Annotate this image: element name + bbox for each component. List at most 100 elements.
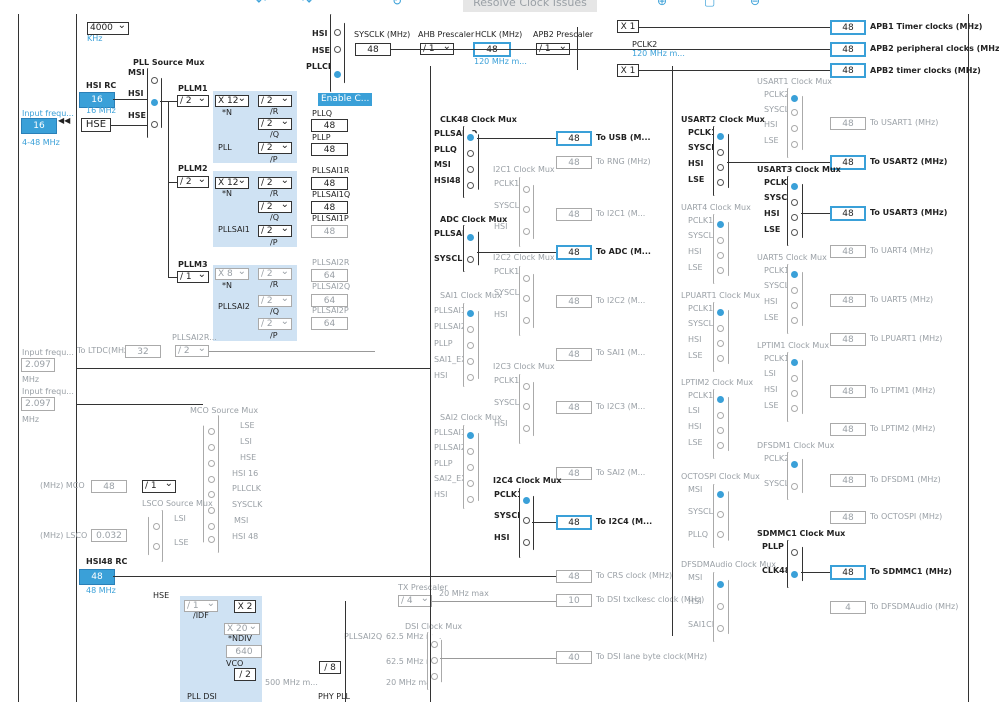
dfsdmaudio-mux[interactable]	[713, 572, 729, 642]
redo-icon[interactable]: ↷	[302, 0, 312, 8]
usart1-mux[interactable]	[787, 88, 803, 158]
pllsai1-r-select[interactable]: / 2	[258, 175, 292, 189]
i2c4-mux[interactable]	[519, 488, 534, 558]
pllsai2-n-select[interactable]: X 8	[215, 266, 249, 280]
uart5-label: To UART5 (MHz)	[870, 295, 934, 304]
usb-line	[477, 138, 556, 139]
undo-icon[interactable]: ↶	[256, 0, 266, 8]
pllsai2-r-select[interactable]: / 2	[258, 266, 292, 280]
uart5-in-0: PCLK1	[764, 266, 790, 275]
dfsdmaudio-label: To DFSDMAudio (MHz)	[870, 602, 959, 611]
sai2-mux[interactable]	[463, 425, 479, 509]
pll-p-select[interactable]: / 2	[258, 140, 292, 154]
sysclk-mux[interactable]	[330, 14, 345, 92]
usart2-in-0: PCLK1	[688, 128, 717, 137]
pllsai1-q-select[interactable]: / 2	[258, 199, 292, 213]
i2c1-label: To I2C1 (M...	[596, 209, 646, 218]
apb2p-line	[571, 49, 830, 50]
sdmmc1-mux-label: SDMMC1 Clock Mux	[757, 529, 846, 538]
hse-source[interactable]: HSE	[81, 118, 111, 132]
pllsai2-q-select[interactable]: / 2	[258, 293, 292, 307]
resolve-clock-issues-button[interactable]: Resolve Clock Issues	[463, 0, 597, 12]
pllm1-select[interactable]: / 2	[177, 93, 209, 107]
usart1-in-2: HSI	[764, 120, 778, 129]
i2c1-mux[interactable]	[519, 177, 534, 247]
pllsai1-p-select[interactable]: / 2	[258, 223, 292, 237]
pllm2-select[interactable]: / 2	[177, 174, 209, 188]
pllm3-select[interactable]: / 1	[177, 269, 209, 283]
clk48-mux[interactable]	[463, 126, 479, 198]
pllsai1-q-label: /Q	[270, 213, 279, 222]
uart5-mux[interactable]	[787, 264, 803, 334]
i2c4-in-2: HSI	[494, 533, 510, 542]
lpuart1-in-0: PCLK1	[688, 304, 714, 313]
ltdc-div-select[interactable]: / 2	[175, 343, 209, 357]
sdmmc1-mux[interactable]	[787, 540, 803, 588]
zoom-in-icon[interactable]: ⊕	[657, 0, 667, 8]
uart4-in-3: LSE	[688, 263, 703, 272]
adc-mux[interactable]	[463, 225, 479, 272]
pll-n-label: *N	[222, 108, 232, 117]
lsco-label: (MHz) LSCO	[40, 531, 88, 540]
pllsai1-n-select[interactable]: X 12	[215, 175, 249, 189]
mco-source-mux[interactable]	[203, 415, 219, 553]
usart1-mux-label: USART1 Clock Mux	[757, 77, 833, 86]
pllsai2-p-select[interactable]: / 2	[258, 316, 292, 330]
i2c2-in-0: PCLK1	[494, 267, 520, 276]
fit-icon[interactable]: ▢	[704, 0, 715, 8]
apb2t-line	[639, 70, 830, 71]
usart3-label: To USART3 (MHz)	[870, 208, 948, 217]
enable-css-button[interactable]: Enable C...	[318, 93, 373, 106]
mco-in-6: MSI	[234, 516, 249, 525]
pll-n-select[interactable]: X 12	[215, 93, 249, 107]
refresh-icon[interactable]: ↻	[392, 0, 402, 8]
usart3-value: 48	[830, 206, 866, 221]
input-freq-field[interactable]: 16	[21, 118, 57, 134]
i2c2-mux[interactable]	[519, 266, 534, 336]
uart5-value: 48	[830, 294, 866, 307]
uart4-mux[interactable]	[713, 214, 729, 284]
pllsai2-p-label: /P	[270, 331, 278, 340]
lsco-source-mux[interactable]	[148, 510, 163, 562]
lpuart1-label: To LPUART1 (MHz)	[870, 334, 943, 343]
mco-in-2: HSE	[240, 453, 257, 462]
hclk-line	[391, 49, 571, 50]
input-freq2-field[interactable]: 2.097	[21, 358, 55, 372]
dfsdm1-in-0: PCLK2	[764, 454, 790, 463]
lptim2-mux[interactable]	[713, 389, 729, 459]
mco-in-0: LSE	[240, 421, 255, 430]
lpuart1-value: 48	[830, 333, 866, 346]
usart2-mux[interactable]	[713, 126, 729, 196]
apb1-timer-value: 48	[830, 20, 866, 35]
pclk-vertical	[577, 27, 578, 70]
adc-line	[477, 252, 556, 253]
i2c3-mux-label: I2C3 Clock Mux	[493, 362, 555, 371]
pllsai1q-label: PLLSAI1Q	[312, 190, 351, 199]
uart5-mux-label: UART5 Clock Mux	[757, 253, 827, 262]
usart1-in-3: LSE	[764, 136, 779, 145]
hsi48-value[interactable]: 48	[79, 569, 115, 585]
lpuart1-mux[interactable]	[713, 302, 729, 372]
pllsai2-label: PLLSAI2	[218, 302, 250, 311]
zoom-out-icon[interactable]: ⊖	[750, 0, 760, 8]
tx-prescaler-select[interactable]: / 4	[398, 593, 432, 607]
octospi-mux[interactable]	[713, 484, 729, 548]
dfsdm1-mux[interactable]	[787, 452, 803, 500]
sai1-label: To SAI1 (M...	[596, 348, 646, 357]
ahb-prescaler-label: AHB Prescaler	[418, 30, 475, 39]
mco-div-select[interactable]: / 1	[142, 478, 176, 493]
apb2-peripheral-value: 48	[830, 42, 866, 57]
i2c3-value: 48	[556, 401, 592, 414]
dsi-vco-div: / 2	[234, 668, 256, 681]
i2c4-mux-label: I2C4 Clock Mux	[493, 476, 562, 485]
i2c2-value: 48	[556, 295, 592, 308]
pll-r-select[interactable]: / 2	[258, 93, 292, 107]
pll-source-mux[interactable]	[147, 68, 162, 138]
pllsai2-q-label: /Q	[270, 307, 279, 316]
sai1-mux[interactable]	[463, 303, 479, 387]
pll-q-select[interactable]: / 2	[258, 116, 292, 130]
input-freq3-field[interactable]: 2.097	[21, 397, 55, 411]
i2c3-mux[interactable]	[519, 374, 534, 444]
lptim1-mux[interactable]	[787, 352, 803, 422]
usart3-mux[interactable]	[787, 176, 803, 246]
